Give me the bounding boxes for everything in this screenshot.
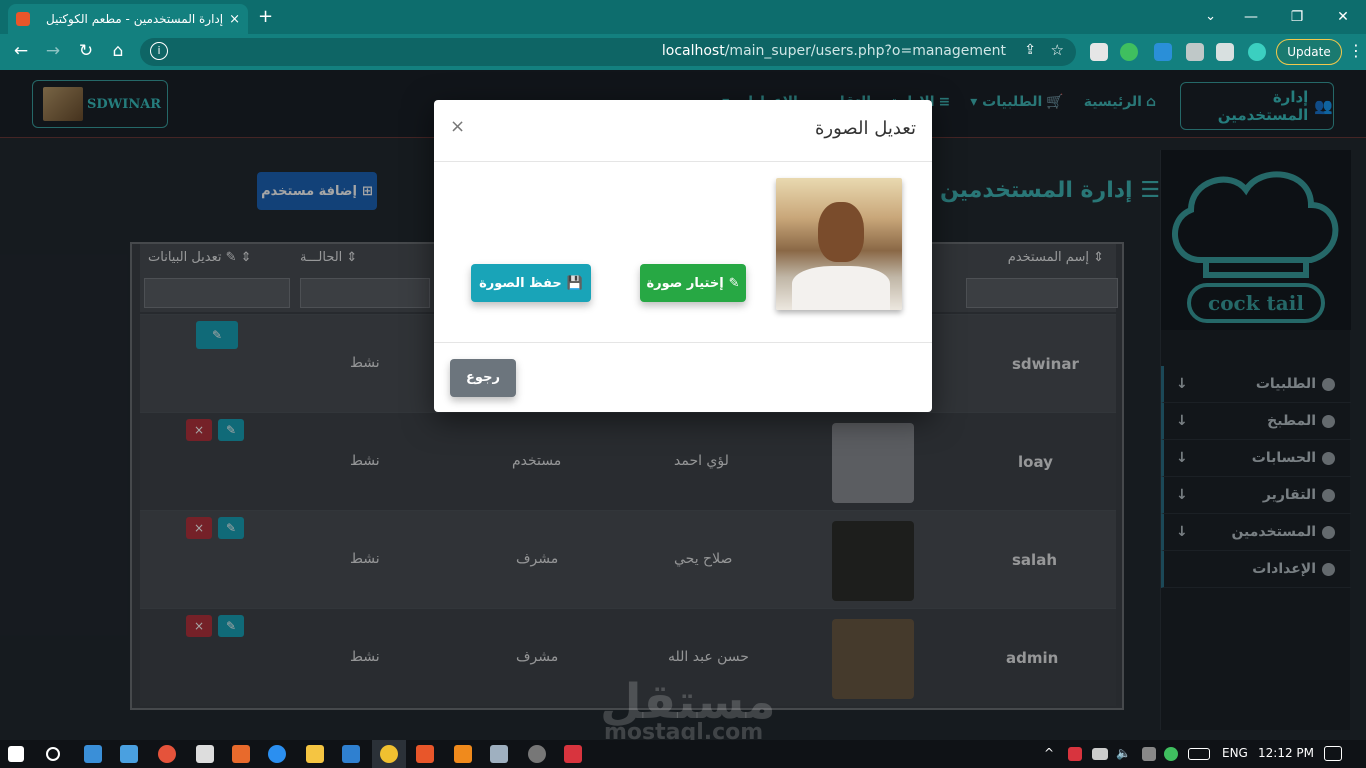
modal-title: تعديل الصورة xyxy=(814,118,916,139)
bookmark-star-icon[interactable]: ☆ xyxy=(1051,41,1064,59)
site-info-icon[interactable]: i xyxy=(150,42,168,60)
keyboard-icon[interactable] xyxy=(1188,748,1210,760)
extension-icon[interactable] xyxy=(1090,43,1108,61)
tray-chevron-icon[interactable]: ^ xyxy=(1044,746,1054,760)
update-button[interactable]: Update xyxy=(1276,39,1342,65)
share-icon[interactable]: ⇪ xyxy=(1024,42,1036,58)
search-icon[interactable] xyxy=(46,747,60,761)
modal-header: تعديل الصورة × xyxy=(434,100,932,162)
tab-title: إدارة المستخدمين - مطعم الكوكتيل xyxy=(46,12,224,26)
app-icon[interactable] xyxy=(232,745,250,763)
recorder-icon[interactable] xyxy=(564,745,582,763)
url-text: localhost/main_super/users.php?o=managem… xyxy=(661,43,1006,59)
browser-toolbar: ← → ↻ ⌂ i localhost/main_super/users.php… xyxy=(0,34,1366,70)
windows-start-icon[interactable] xyxy=(8,746,24,762)
home-icon[interactable]: ⌂ xyxy=(107,41,129,61)
photo-face xyxy=(818,202,864,262)
app-icon[interactable] xyxy=(490,745,508,763)
tab-strip: إدارة المستخدمين - مطعم الكوكتيل × + ⌄ —… xyxy=(0,0,1366,34)
calculator-icon[interactable] xyxy=(196,745,214,763)
puzzle-icon[interactable] xyxy=(1216,43,1234,61)
app-icon[interactable] xyxy=(528,745,546,763)
profile-avatar[interactable] xyxy=(1248,43,1266,61)
xampp-icon[interactable] xyxy=(416,745,434,763)
photo-shirt xyxy=(792,266,890,310)
volume-icon[interactable]: 🔈 xyxy=(1116,746,1131,760)
edit-photo-modal: تعديل الصورة × ✎ إختيار صورة 💾 حفظ الصورة … xyxy=(434,100,932,412)
back-arrow-icon[interactable]: ← xyxy=(10,41,32,61)
network-icon[interactable] xyxy=(1142,747,1156,761)
file-explorer-icon[interactable] xyxy=(306,745,324,763)
clock[interactable]: 12:12 PM xyxy=(1258,746,1314,760)
extension-icon[interactable] xyxy=(1120,43,1138,61)
modal-footer: رجوع xyxy=(434,342,932,412)
menu-kebab-icon[interactable]: ⋮ xyxy=(1348,41,1364,60)
tray-app-icon[interactable] xyxy=(1164,747,1178,761)
close-window-button[interactable]: ✕ xyxy=(1320,0,1366,34)
keyboard-app-icon[interactable] xyxy=(84,745,102,763)
window-controls: — ❐ ✕ xyxy=(1228,0,1366,34)
vlc-icon[interactable] xyxy=(454,745,472,763)
chrome-icon[interactable] xyxy=(380,745,398,763)
windows-taskbar: ^ 🔈 ENG 12:12 PM xyxy=(0,740,1366,768)
minimize-button[interactable]: — xyxy=(1228,0,1274,34)
tray-app-icon[interactable] xyxy=(1068,747,1082,761)
watermark-url: mostaql.com xyxy=(604,720,764,740)
battery-icon xyxy=(1092,748,1108,760)
new-tab-button[interactable]: + xyxy=(258,6,273,27)
app-icon[interactable] xyxy=(120,745,138,763)
notifications-icon[interactable] xyxy=(1324,746,1342,761)
xampp-favicon-icon xyxy=(16,12,30,26)
reload-icon[interactable]: ↻ xyxy=(75,41,97,61)
maximize-button[interactable]: ❐ xyxy=(1274,0,1320,34)
edge-icon[interactable] xyxy=(268,745,286,763)
app-icon[interactable] xyxy=(158,745,176,763)
extension-icon[interactable] xyxy=(1154,43,1172,61)
modal-body: ✎ إختيار صورة 💾 حفظ الصورة xyxy=(434,162,932,342)
close-icon[interactable]: × xyxy=(450,116,465,137)
vscode-icon[interactable] xyxy=(342,745,360,763)
choose-photo-button[interactable]: ✎ إختيار صورة xyxy=(640,264,746,302)
camera-extension-icon[interactable] xyxy=(1186,43,1204,61)
save-icon: 💾 xyxy=(566,275,583,291)
save-photo-button[interactable]: 💾 حفظ الصورة xyxy=(471,264,591,302)
tab-close-icon[interactable]: × xyxy=(229,12,240,27)
browser-tab[interactable]: إدارة المستخدمين - مطعم الكوكتيل × xyxy=(8,4,248,34)
forward-arrow-icon[interactable]: → xyxy=(42,41,64,61)
tab-search-icon[interactable]: ⌄ xyxy=(1205,0,1216,34)
address-bar[interactable]: i localhost/main_super/users.php?o=manag… xyxy=(140,38,1076,66)
edit-icon: ✎ xyxy=(728,275,740,291)
language-indicator[interactable]: ENG xyxy=(1222,746,1248,760)
back-button[interactable]: رجوع xyxy=(450,359,516,397)
profile-photo xyxy=(776,178,902,310)
